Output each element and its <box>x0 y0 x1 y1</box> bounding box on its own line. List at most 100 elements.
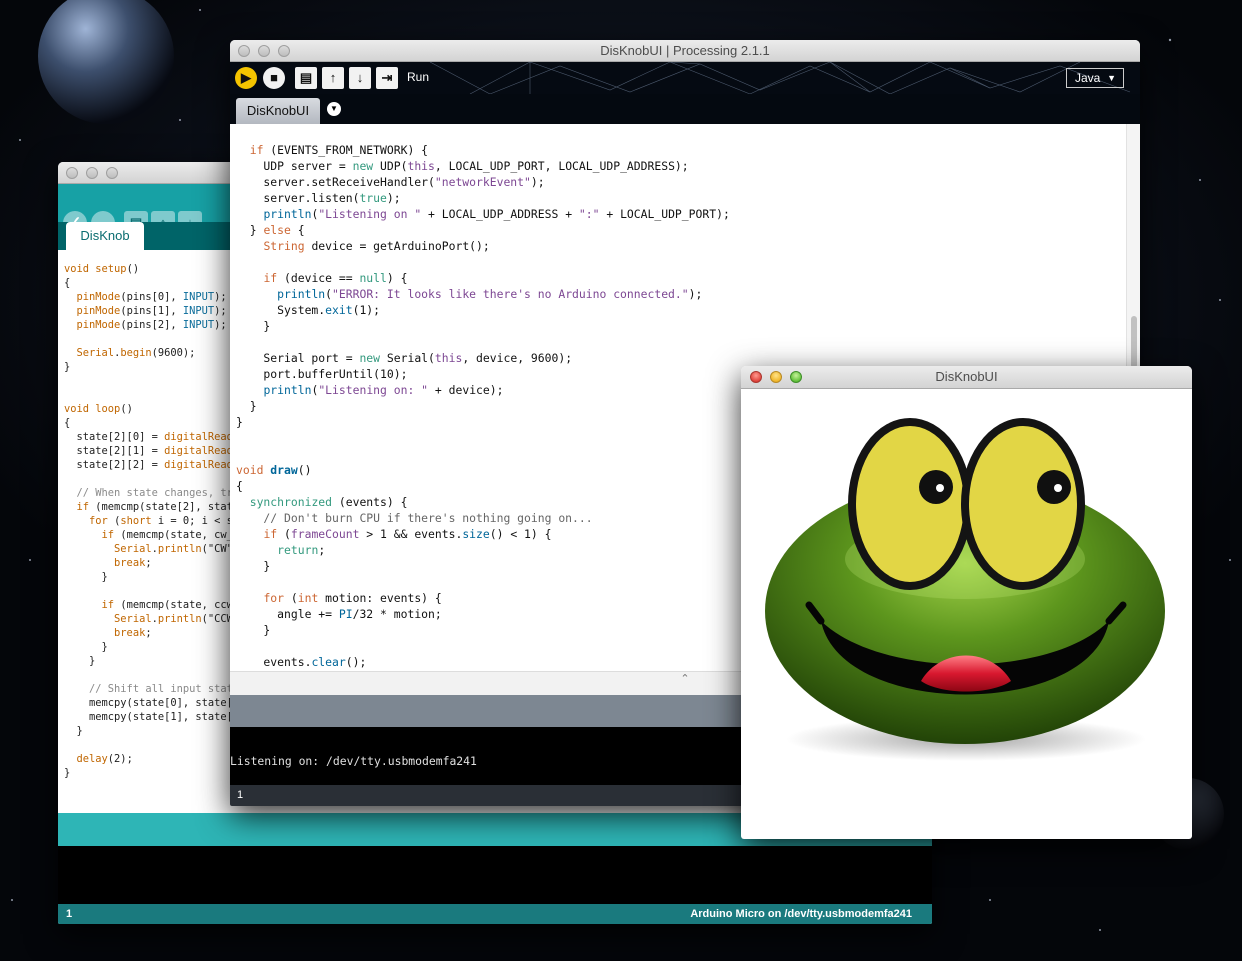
code-token: size <box>462 527 490 541</box>
code-token: } <box>236 623 271 637</box>
code-line: if (memcmp(state, cw_s <box>64 528 240 542</box>
code-token: if <box>76 501 90 513</box>
code-token: begin <box>120 347 152 359</box>
arduino-console <box>58 846 932 904</box>
export-button[interactable]: ⇥ <box>376 67 398 89</box>
open-button[interactable]: ↑ <box>322 67 344 89</box>
code-token: (EVENTS_FROM_NETWORK) { <box>263 143 429 157</box>
code-token: } <box>64 767 71 779</box>
code-line: { <box>236 478 730 494</box>
code-token: return <box>277 543 319 557</box>
code-token: , LOCAL_UDP_PORT, LOCAL_UDP_ADDRESS); <box>434 159 689 173</box>
code-token: ); <box>214 319 227 331</box>
code-token: ) { <box>386 271 408 285</box>
code-token: (pins[0], <box>120 291 183 303</box>
close-button[interactable] <box>66 167 78 179</box>
code-line: Serial.println("CCW" <box>64 612 239 626</box>
code-line: if (device == null) { <box>236 270 730 286</box>
code-token: String <box>263 239 305 253</box>
code-line: synchronized (events) { <box>236 494 730 510</box>
code-line: if (EVENTS_FROM_NETWORK) { <box>236 142 730 158</box>
code-token: } <box>64 571 108 583</box>
code-token: void <box>64 403 96 415</box>
tab-disknob[interactable]: DisKnob <box>66 222 144 250</box>
code-token: "Listening on: " <box>318 383 429 397</box>
sketch-title-bar[interactable]: DisKnobUI <box>741 366 1192 389</box>
code-token: (9600); <box>151 347 196 359</box>
processing-code-editor[interactable]: if (EVENTS_FROM_NETWORK) { UDP server = … <box>236 142 730 670</box>
code-line: if (memcmp(state[2], state <box>64 500 240 514</box>
tab-disknobui[interactable]: DisKnobUI <box>236 98 320 124</box>
code-line: Serial port = new Serial(this, device, 9… <box>236 350 730 366</box>
code-token: () <box>126 263 140 275</box>
code-token: } <box>236 319 271 333</box>
code-token: UDP server = <box>236 159 353 173</box>
code-token: (pins[1], <box>120 305 183 317</box>
code-token: draw <box>270 463 298 477</box>
run-button[interactable]: ▶ <box>235 67 257 89</box>
code-token: digitalRead( <box>164 459 240 471</box>
code-token: server.setReceiveHandler( <box>236 175 435 189</box>
code-token: new <box>359 351 381 365</box>
code-token: Serial( <box>380 351 435 365</box>
code-line: void draw() <box>236 462 730 478</box>
code-token: } <box>236 559 271 573</box>
scrollbar-thumb[interactable] <box>1131 316 1137 368</box>
code-token: + LOCAL_UDP_PORT); <box>599 207 730 221</box>
processing-title-bar[interactable]: DisKnobUI | Processing 2.1.1 <box>230 40 1140 62</box>
processing-toolbar: ▶ ■ ▤ ↑ ↓ ⇥ Run Java ▼ <box>230 62 1140 94</box>
code-token: ; <box>145 557 152 569</box>
code-token: // Don't burn CPU if there's nothing goi… <box>236 511 593 525</box>
code-token: + device); <box>428 383 504 397</box>
tab-menu-icon[interactable]: ▼ <box>327 102 341 116</box>
code-token: } <box>64 725 83 737</box>
code-token: angle += <box>236 607 339 621</box>
minimize-button[interactable] <box>86 167 98 179</box>
code-token: for <box>89 515 108 527</box>
code-line: break; <box>64 626 239 640</box>
arduino-code-editor[interactable]: void setup(){ pinMode(pins[0], INPUT); p… <box>64 262 239 780</box>
code-token: Serial <box>114 613 152 625</box>
code-token: pinMode <box>76 305 121 317</box>
code-line: println("Listening on " + LOCAL_UDP_ADDR… <box>236 206 730 222</box>
zoom-button[interactable] <box>106 167 118 179</box>
code-token: (2); <box>107 753 133 765</box>
code-line: void loop() <box>64 402 239 416</box>
code-token: ( <box>107 515 121 527</box>
console-output: Listening on: /dev/tty.usbmodemfa241 <box>230 754 477 768</box>
code-line: System.exit(1); <box>236 302 730 318</box>
mode-selector[interactable]: Java ▼ <box>1066 68 1124 88</box>
code-token: state[2][2] = <box>64 459 165 471</box>
code-token: ); <box>214 291 227 303</box>
code-token: println <box>263 383 312 397</box>
code-token: ( <box>325 287 333 301</box>
code-line: Serial.begin(9600); <box>64 346 239 360</box>
code-token: int <box>297 591 319 605</box>
new-button[interactable]: ▤ <box>295 67 317 89</box>
code-token: void <box>64 263 96 275</box>
save-button[interactable]: ↓ <box>349 67 371 89</box>
code-line: Serial.println("CW") <box>64 542 239 556</box>
code-token: INPUT <box>182 305 215 317</box>
code-token: if <box>101 529 115 541</box>
code-token: new <box>352 159 374 173</box>
code-line: angle += PI/32 * motion; <box>236 606 730 622</box>
code-line: { <box>64 276 239 290</box>
stop-button[interactable]: ■ <box>263 67 285 89</box>
window-title: DisKnobUI <box>935 369 998 384</box>
code-line: events.clear(); <box>236 654 730 670</box>
code-token: ); <box>214 305 227 317</box>
